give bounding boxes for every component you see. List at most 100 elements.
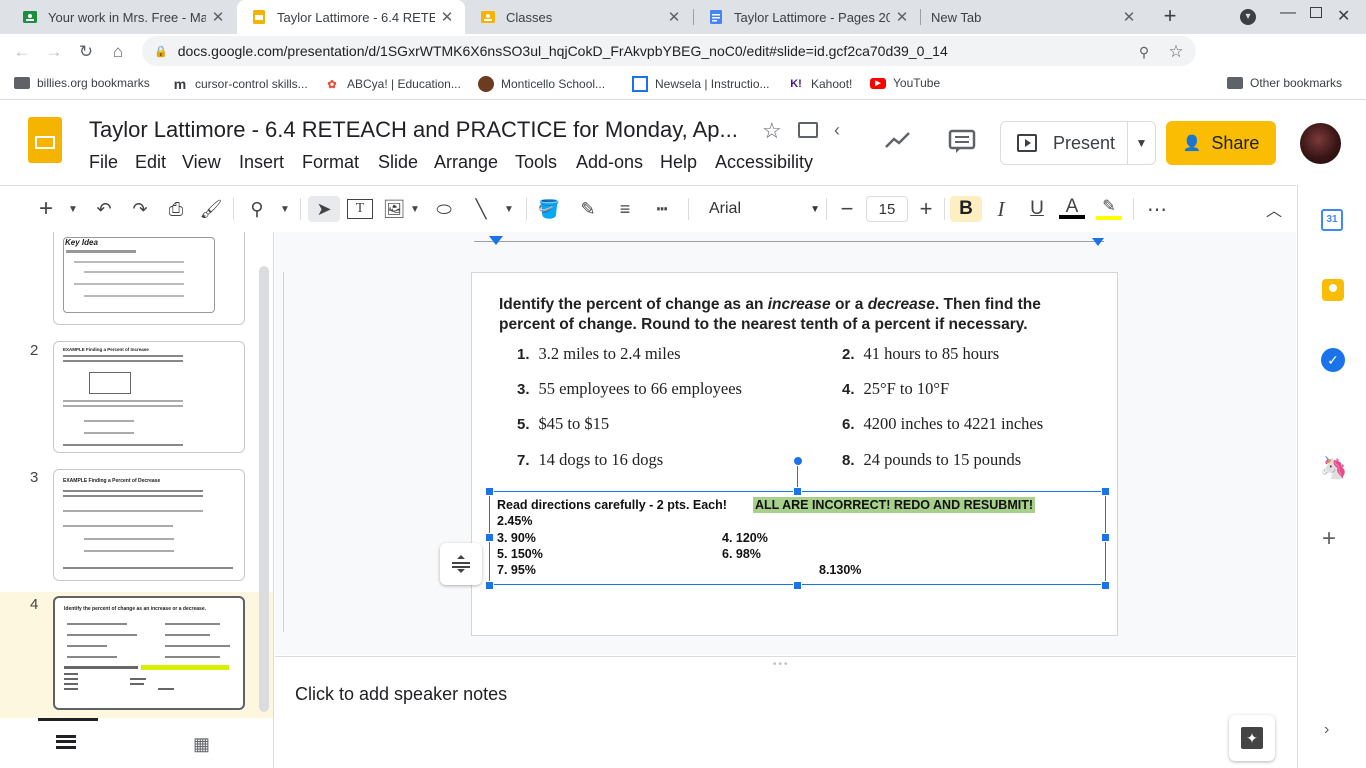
border-weight-icon[interactable]: ≡ (613, 196, 637, 222)
text-box-icon[interactable]: T (347, 199, 373, 219)
resize-handle[interactable] (485, 581, 494, 590)
menu-tools[interactable]: Tools (515, 152, 557, 173)
share-button[interactable]: 👤 Share (1166, 121, 1276, 165)
font-size-input[interactable]: 15 (866, 196, 908, 222)
document-title[interactable]: Taylor Lattimore - 6.4 RETEACH and PRACT… (89, 117, 738, 143)
menu-help[interactable]: Help (660, 152, 697, 173)
chevron-down-icon[interactable]: ▼ (502, 196, 516, 222)
expand-panel-icon[interactable]: › (1324, 721, 1329, 739)
tab-slides-reteach[interactable]: Taylor Lattimore - 6.4 RETEACH ✕ (237, 0, 465, 34)
back-icon[interactable]: ← (10, 40, 34, 64)
highlight-color-icon[interactable]: ✎ (1096, 196, 1122, 222)
chevron-down-icon[interactable]: ▼ (408, 196, 422, 222)
home-icon[interactable]: ⌂ (106, 40, 130, 64)
zoom-icon[interactable]: ⚲ (245, 196, 269, 222)
border-color-icon[interactable]: ✎ (576, 196, 600, 222)
close-icon[interactable]: ✕ (662, 8, 686, 26)
collapse-toolbar-icon[interactable]: ︿ (1262, 196, 1286, 222)
star-icon[interactable]: ☆ (762, 118, 782, 144)
menu-view[interactable]: View (182, 152, 221, 173)
tab-search-icon[interactable]: ▾ (1240, 9, 1256, 25)
calendar-icon[interactable]: 31 (1321, 209, 1343, 231)
resize-handle[interactable] (1101, 487, 1110, 496)
menu-insert[interactable]: Insert (239, 152, 284, 173)
resize-handle[interactable] (485, 487, 494, 496)
address-bar[interactable]: 🔒 docs.google.com/presentation/d/1SGxrWT… (142, 36, 1196, 66)
bookmark-cursor-control[interactable]: m cursor-control skills... (172, 76, 308, 92)
filmstrip-scrollbar[interactable] (259, 266, 269, 712)
menu-file[interactable]: File (89, 152, 118, 173)
line-spacing-button[interactable] (440, 543, 482, 585)
close-icon[interactable]: ✕ (206, 8, 230, 26)
bookmark-abcya[interactable]: ✿ ABCya! | Education... (324, 76, 460, 92)
minimize-icon[interactable]: — (1280, 4, 1296, 22)
slide-thumbnail-1[interactable]: Key Idea (53, 232, 245, 325)
resize-handle[interactable] (1101, 581, 1110, 590)
undo-icon[interactable]: ↶ (92, 196, 116, 222)
bookmark-billies[interactable]: billies.org bookmarks (14, 76, 150, 90)
paint-format-icon[interactable]: 🖌 (199, 196, 223, 222)
forward-icon[interactable]: → (42, 40, 66, 64)
explore-button[interactable]: ✦ (1229, 715, 1275, 761)
reload-icon[interactable]: ↻ (74, 40, 98, 64)
close-icon[interactable]: ✕ (1117, 8, 1141, 26)
comment-icon[interactable] (948, 129, 976, 155)
tab-pages-doc[interactable]: Taylor Lattimore - Pages 209-2 ✕ (694, 0, 920, 34)
slide-thumbnail-4[interactable]: Identify the percent of change as an inc… (53, 596, 245, 710)
menu-accessibility[interactable]: Accessibility (715, 152, 813, 173)
menu-format[interactable]: Format (302, 152, 359, 173)
increase-font-size-icon[interactable]: + (914, 196, 938, 222)
resize-handle[interactable] (485, 533, 494, 542)
keep-icon[interactable] (1322, 279, 1344, 301)
move-folder-icon[interactable] (798, 122, 818, 138)
menu-addons[interactable]: Add-ons (576, 152, 643, 173)
bookmark-kahoot[interactable]: K! Kahoot! (788, 76, 852, 92)
filmstrip-view-icon[interactable] (56, 735, 76, 749)
rotate-handle[interactable] (793, 456, 803, 466)
bookmark-youtube[interactable]: ▶ YouTube (870, 76, 940, 90)
resize-handle[interactable] (793, 581, 802, 590)
text-color-icon[interactable]: A (1059, 196, 1085, 222)
close-icon[interactable]: ✕ (435, 8, 459, 26)
tab-new-tab[interactable]: New Tab ✕ (921, 0, 1147, 34)
print-icon[interactable]: ⎙ (164, 196, 188, 222)
fill-color-icon[interactable]: 🪣 (537, 196, 561, 222)
font-select[interactable]: Arial ▼ (700, 196, 824, 222)
image-icon[interactable]: 🖼 (382, 196, 406, 222)
menu-arrange[interactable]: Arrange (434, 152, 498, 173)
line-icon[interactable]: ╲ (469, 196, 493, 222)
avatar[interactable] (1300, 123, 1341, 164)
select-cursor-icon[interactable]: ➤ (308, 196, 340, 222)
tab-math-work[interactable]: Your work in Mrs. Free - Math ✕ (8, 0, 236, 34)
unicorn-addon-icon[interactable]: 🦄 (1320, 455, 1347, 481)
tab-classes[interactable]: Classes ✕ (466, 0, 692, 34)
speaker-notes-placeholder[interactable]: Click to add speaker notes (295, 684, 507, 705)
other-bookmarks[interactable]: Other bookmarks (1227, 76, 1342, 90)
left-indent-marker[interactable] (489, 236, 503, 245)
restore-icon[interactable] (1310, 7, 1322, 18)
bookmark-star-icon[interactable]: ☆ (1164, 40, 1188, 64)
zoom-icon[interactable]: ⚲ (1132, 40, 1156, 64)
underline-icon[interactable]: U (1024, 196, 1050, 222)
redo-icon[interactable]: ↷ (128, 196, 152, 222)
decrease-font-size-icon[interactable]: − (835, 196, 859, 222)
chevron-down-icon[interactable]: ▼ (66, 196, 80, 222)
menu-edit[interactable]: Edit (135, 152, 166, 173)
window-close-icon[interactable]: ✕ (1337, 6, 1350, 26)
tasks-icon[interactable]: ✓ (1321, 348, 1345, 372)
border-dash-icon[interactable]: ┅ (650, 196, 674, 222)
italic-icon[interactable]: I (988, 196, 1014, 222)
notes-resize-handle[interactable]: ••• (773, 659, 790, 670)
resize-handle[interactable] (793, 487, 802, 496)
right-indent-marker[interactable] (1092, 238, 1104, 246)
slide-thumbnail-2[interactable]: EXAMPLE Finding a Percent of Increase (53, 341, 245, 453)
speaker-notes-panel[interactable]: ••• Click to add speaker notes ✦ (275, 656, 1296, 768)
new-tab-button[interactable]: + (1158, 5, 1182, 29)
present-button[interactable]: Present ▼ (1000, 121, 1156, 165)
slide-thumbnail-3[interactable]: EXAMPLE Finding a Percent of Decrease (53, 469, 245, 581)
new-slide-icon[interactable]: + (35, 195, 57, 222)
lock-icon[interactable]: 🔒 (154, 45, 168, 58)
more-options-icon[interactable]: ⋯ (1144, 196, 1170, 222)
bookmark-monticello[interactable]: Monticello School... (478, 76, 605, 92)
resize-handle[interactable] (1101, 533, 1110, 542)
